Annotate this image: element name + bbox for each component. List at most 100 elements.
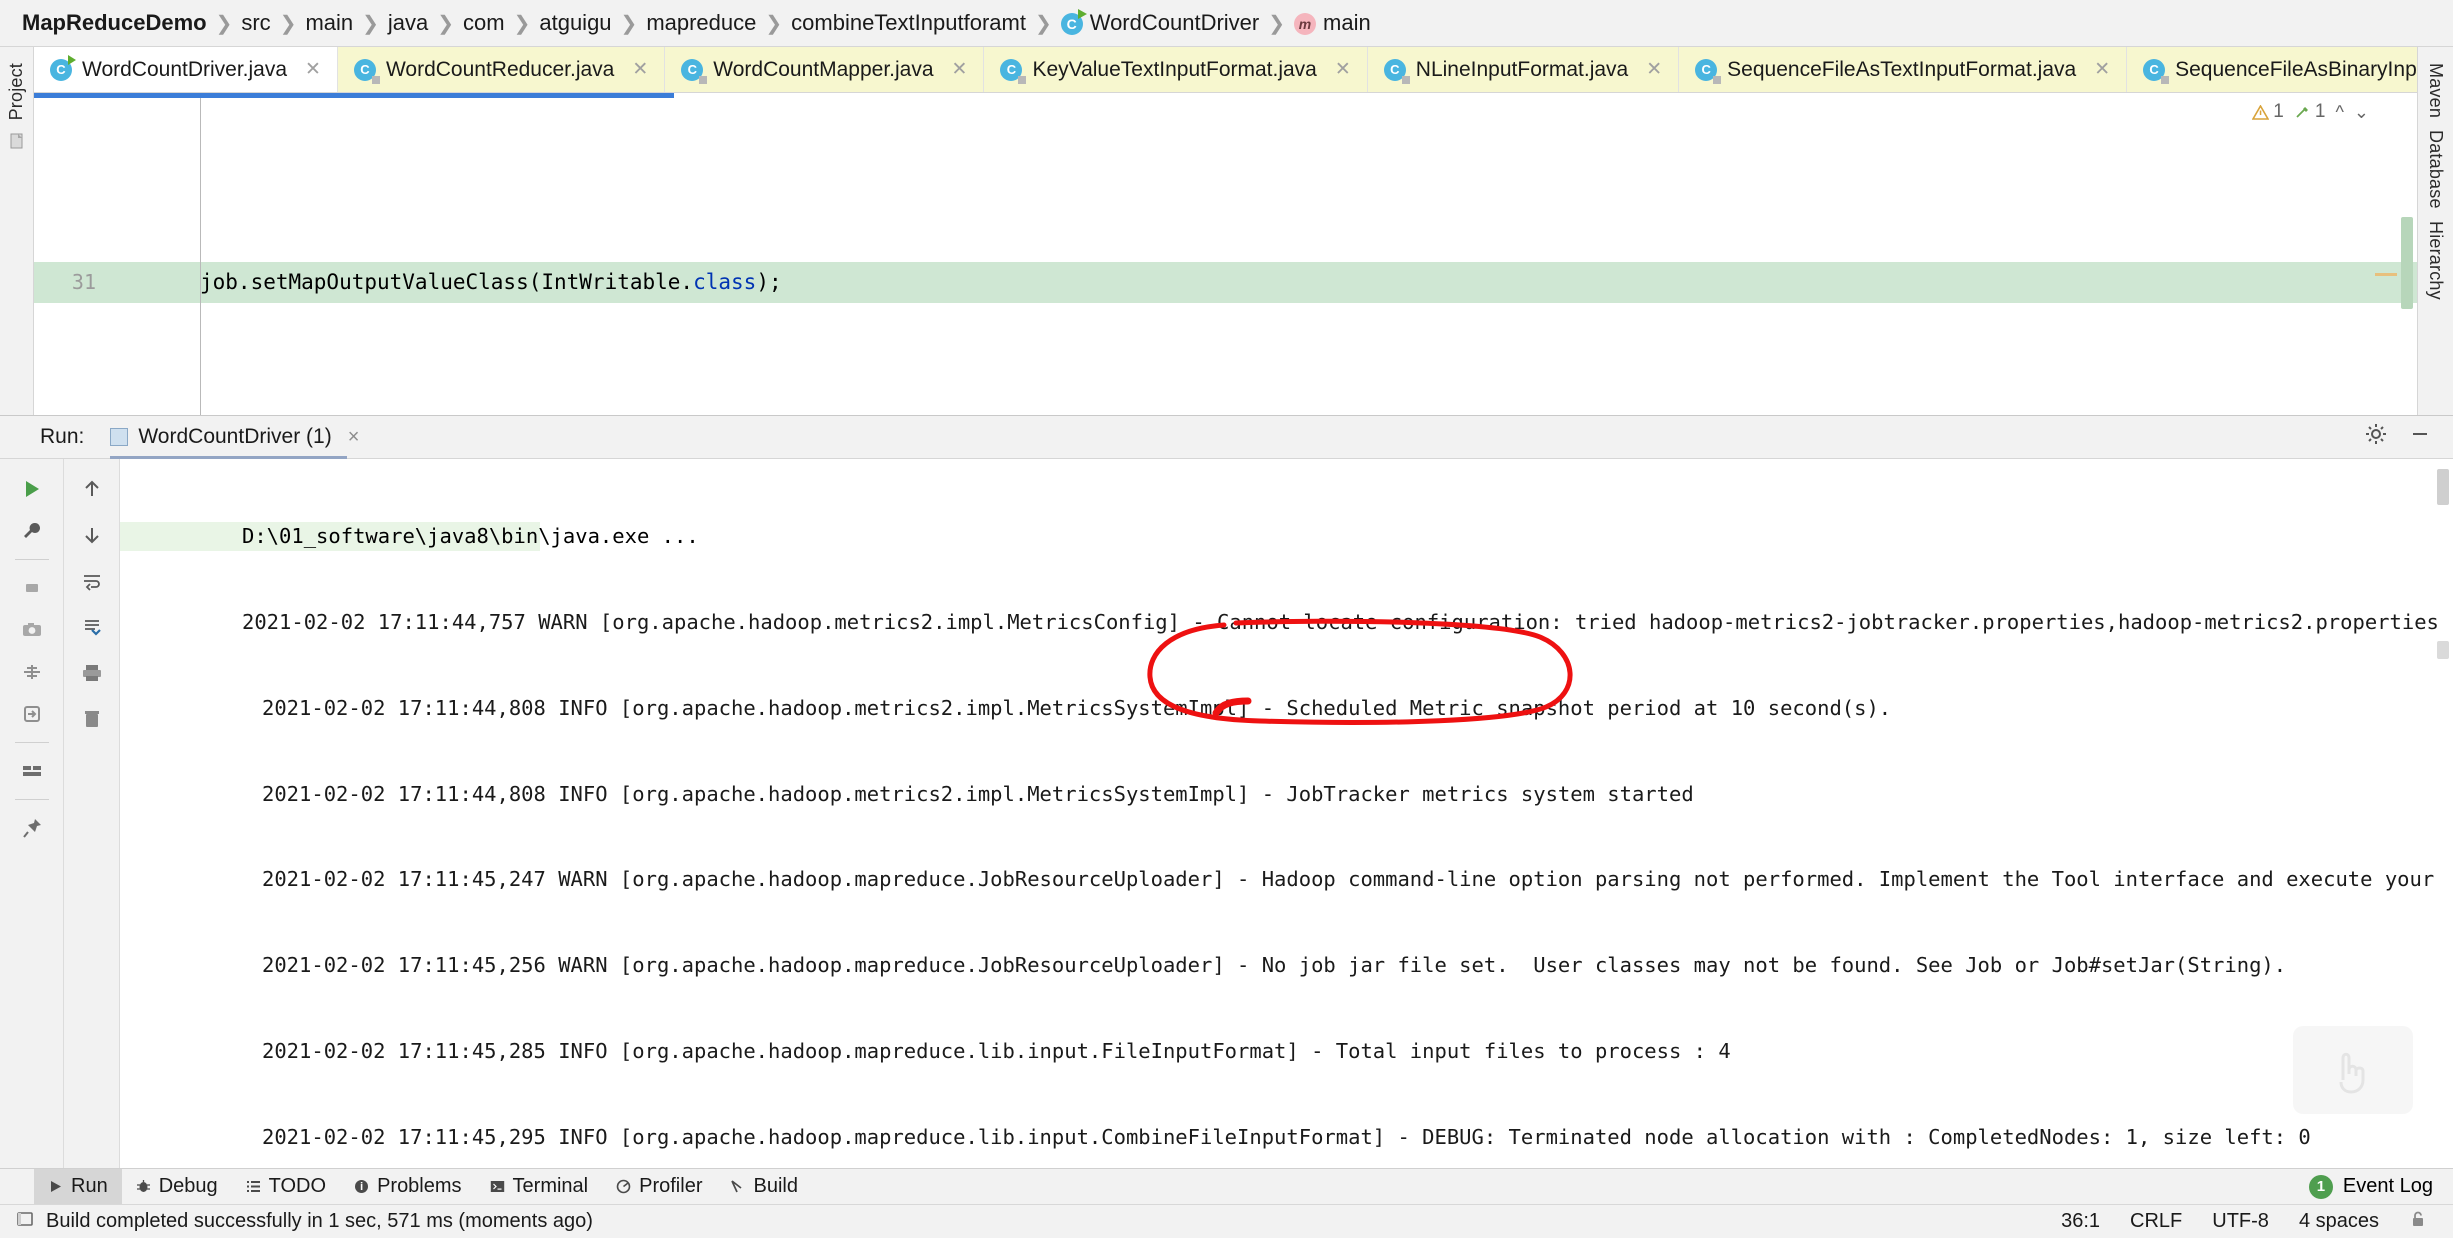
edit-configuration-button[interactable] (14, 513, 50, 549)
breadcrumb-item-src[interactable]: src (241, 10, 270, 36)
weak-warning-icon (2296, 106, 2308, 118)
class-icon: C (681, 58, 708, 84)
pin-tab-button[interactable] (14, 810, 50, 846)
close-icon[interactable]: ✕ (1335, 58, 1351, 81)
editor-scrollbar-track[interactable] (2401, 149, 2413, 415)
chevron-down-icon[interactable]: ⌄ (2354, 102, 2369, 123)
scroll-up-button[interactable] (74, 471, 110, 507)
tab-sequencefileasbinaryinputformat[interactable]: C SequenceFileAsBinaryInputFormat (2127, 47, 2417, 92)
bottom-tab-profiler[interactable]: Profiler (602, 1169, 716, 1205)
close-icon[interactable]: ✕ (632, 58, 648, 81)
watermark-icon (2293, 1026, 2413, 1114)
breadcrumb-item-com[interactable]: com (463, 10, 505, 36)
bottom-tab-debug[interactable]: Debug (122, 1169, 232, 1205)
breadcrumb-item-java[interactable]: java (388, 10, 428, 36)
scroll-down-button[interactable] (74, 517, 110, 553)
rerun-button[interactable] (14, 471, 50, 507)
chevron-up-icon[interactable]: ^ (2335, 102, 2343, 123)
console-scrollbar-thumb[interactable] (2437, 469, 2449, 505)
breadcrumb-item-atguigu[interactable]: atguigu (539, 10, 611, 36)
tab-label: SequenceFileAsTextInputFormat.java (1727, 57, 2077, 81)
play-icon (51, 1181, 61, 1192)
bottom-tab-todo[interactable]: TODO (232, 1169, 340, 1205)
close-icon[interactable]: ✕ (1646, 58, 1662, 81)
sidebar-item-maven[interactable]: Maven (2425, 57, 2446, 124)
close-icon[interactable]: × (348, 426, 360, 449)
bottom-tab-build[interactable]: Build (716, 1169, 811, 1205)
toolbar-separator (14, 799, 49, 800)
code-editor[interactable]: 31 job.setMapOutputValueClass(IntWritabl… (34, 93, 2417, 415)
sidebar-item-project[interactable]: Project (6, 57, 27, 126)
class-runnable-icon: C (50, 54, 76, 81)
screenshot-button[interactable] (14, 612, 50, 648)
breadcrumb-separator: ❯ (1034, 12, 1052, 35)
console-log-line: 2021-02-02 17:11:45,285 INFO [org.apache… (262, 1038, 1731, 1063)
console-log-line: 2021-02-02 17:11:45,256 WARN [org.apache… (262, 953, 2287, 978)
close-icon[interactable]: ✕ (305, 58, 321, 81)
sidebar-item-database[interactable]: Database (2425, 124, 2446, 215)
breadcrumb-item-method[interactable]: m main (1294, 10, 1371, 36)
console-scrollbar-marker (2437, 641, 2449, 659)
tab-label: NLineInputFormat.java (1415, 57, 1629, 81)
bottom-tab-run[interactable]: Run (34, 1168, 122, 1205)
tab-nlineinputformat[interactable]: C NLineInputFormat.java ✕ (1367, 47, 1680, 92)
console-output[interactable]: D:\01_software\java8\bin\java.exe ... 20… (120, 459, 2453, 1168)
bottom-tab-problems[interactable]: Problems (340, 1169, 475, 1205)
toolbar-separator (14, 559, 49, 560)
line-separator[interactable]: CRLF (2130, 1210, 2182, 1233)
console-command-line: D:\01_software\java8\bin\java.exe ... (120, 522, 699, 551)
run-window-body: D:\01_software\java8\bin\java.exe ... 20… (0, 459, 2453, 1168)
inspection-widget[interactable]: 1 1 ^ ⌄ (2252, 101, 2369, 123)
unlocked-icon[interactable] (2409, 1210, 2427, 1234)
indent-guide (200, 98, 201, 415)
editor-scrollbar-thumb[interactable] (2401, 217, 2413, 309)
line-number: 31 (34, 262, 112, 303)
minimize-icon[interactable] (2409, 423, 2431, 451)
breadcrumb-item-package[interactable]: combineTextInputforamt (791, 10, 1026, 36)
stop-button[interactable] (14, 570, 50, 606)
tab-sequencefileastextinputformat[interactable]: C SequenceFileAsTextInputFormat.java ✕ (1679, 47, 2128, 92)
clear-all-button[interactable] (74, 701, 110, 737)
scroll-to-end-button[interactable] (74, 609, 110, 645)
class-icon: C (2143, 58, 2170, 84)
dump-threads-button[interactable] (14, 654, 50, 690)
status-message: Build completed successfully in 1 sec, 5… (46, 1210, 593, 1232)
database-label: Database (2426, 130, 2446, 209)
maven-label: Maven (2426, 63, 2446, 119)
print-button[interactable] (74, 655, 110, 691)
weak-warning-count: 1 (2294, 101, 2325, 123)
run-primary-toolbar (0, 459, 64, 1168)
gear-icon[interactable] (2365, 423, 2387, 451)
tab-label: SequenceFileAsBinaryInputFormat (2175, 57, 2417, 81)
tab-wordcountmapper[interactable]: C WordCountMapper.java ✕ (665, 47, 985, 92)
close-icon[interactable]: ✕ (952, 58, 968, 81)
caret-position[interactable]: 36:1 (2061, 1210, 2100, 1233)
breadcrumb-item-project[interactable]: MapReduceDemo (22, 10, 207, 36)
class-icon: C (1000, 58, 1027, 84)
export-button[interactable] (14, 696, 50, 732)
indent-setting[interactable]: 4 spaces (2299, 1210, 2379, 1233)
close-icon[interactable]: ✕ (2094, 58, 2110, 81)
tab-wordcountreducer[interactable]: C WordCountReducer.java ✕ (337, 47, 666, 92)
class-icon: C (353, 58, 380, 84)
code-area[interactable]: 31 job.setMapOutputValueClass(IntWritabl… (34, 98, 2417, 415)
breadcrumb-item-class[interactable]: C WordCountDriver (1060, 9, 1259, 36)
bottom-tab-terminal[interactable]: Terminal (476, 1169, 603, 1205)
layout-button[interactable] (14, 753, 50, 789)
fold-gutter[interactable] (112, 262, 140, 303)
event-log-button[interactable]: Event Log (2343, 1175, 2433, 1198)
bottom-tab-label: Build (753, 1175, 798, 1197)
project-files-icon[interactable] (8, 132, 26, 156)
run-tab-wordcountdriver[interactable]: WordCountDriver (1) × (110, 415, 365, 459)
right-tool-rail: Maven Database Hierarchy (2417, 47, 2453, 415)
sidebar-item-hierarchy[interactable]: Hierarchy (2425, 215, 2446, 306)
breadcrumb-item-mapreduce[interactable]: mapreduce (646, 10, 756, 36)
tab-keyvaluetextinputformat[interactable]: C KeyValueTextInputFormat.java ✕ (984, 47, 1368, 92)
file-encoding[interactable]: UTF-8 (2212, 1210, 2269, 1233)
soft-wrap-button[interactable] (74, 563, 110, 599)
warning-count: 1 (2252, 101, 2284, 123)
breadcrumb-item-main[interactable]: main (305, 10, 353, 36)
tab-wordcountdriver[interactable]: C WordCountDriver.java ✕ (34, 47, 338, 92)
bug-icon (136, 1180, 150, 1192)
build-status-icon (16, 1210, 34, 1234)
